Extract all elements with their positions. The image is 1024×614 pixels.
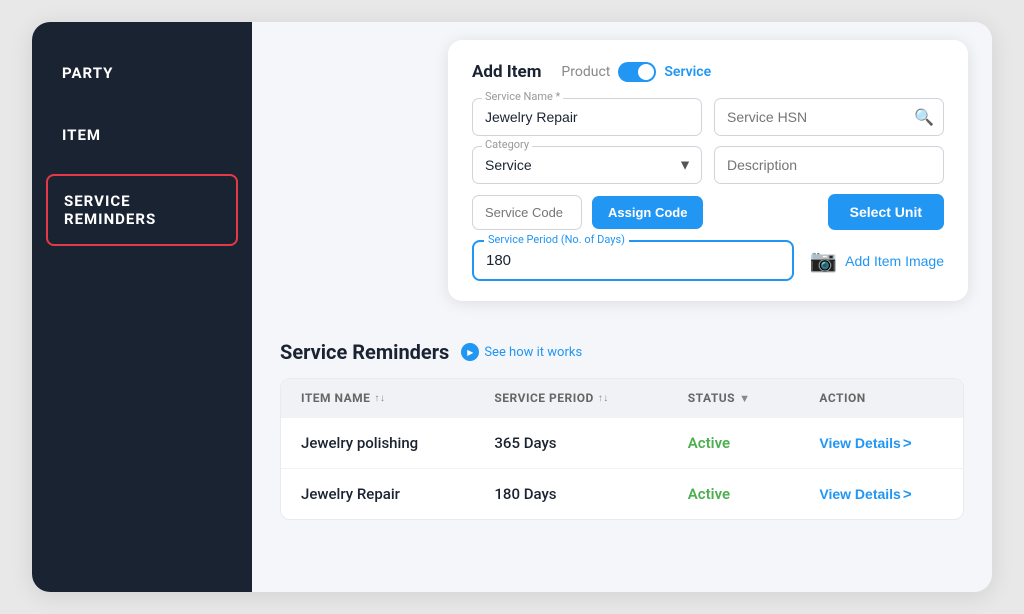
card-title: Add Item — [472, 62, 541, 82]
sidebar-item-party[interactable]: PARTY — [32, 42, 252, 104]
service-toggle-label: Service — [664, 64, 711, 80]
service-hsn-group: 🔍 — [714, 98, 944, 136]
add-item-card: Add Item Product Service Service Name * … — [448, 40, 968, 301]
table-row: Jewelry polishing 365 Days Active View D… — [281, 417, 963, 468]
product-toggle-label: Product — [561, 64, 610, 80]
section-header: Service Reminders ▶ See how it works — [280, 340, 964, 364]
category-select[interactable]: Service Product — [472, 146, 702, 184]
service-code-row: Assign Code Select Unit — [472, 194, 944, 230]
cell-item-name-2: Jewelry Repair — [301, 485, 486, 503]
play-icon: ▶ — [461, 343, 479, 361]
table-header: ITEM NAME ↑↓ SERVICE PERIOD ↑↓ STATUS ▼ … — [281, 379, 963, 417]
header-item-name: ITEM NAME ↑↓ — [301, 391, 486, 405]
period-label: Service Period (No. of Days) — [484, 233, 629, 246]
cell-service-period-2: 180 Days — [494, 485, 679, 503]
see-how-it-works-link[interactable]: ▶ See how it works — [461, 343, 582, 361]
form-row-2: Category Service Product ▼ — [472, 146, 944, 184]
camera-icon: 📷 — [810, 248, 837, 274]
sort-icon-service-period: ↑↓ — [598, 393, 609, 404]
header-action: ACTION — [819, 391, 943, 405]
card-header: Add Item Product Service — [472, 62, 944, 82]
service-code-input[interactable] — [472, 195, 582, 230]
cell-service-period-1: 365 Days — [494, 434, 679, 452]
sidebar: PARTY ITEM SERVICE REMINDERS — [32, 22, 252, 592]
cell-status-1: Active — [688, 434, 812, 452]
main-content: Add Item Product Service Service Name * … — [252, 22, 992, 592]
see-how-label: See how it works — [484, 345, 582, 360]
reminders-table: ITEM NAME ↑↓ SERVICE PERIOD ↑↓ STATUS ▼ … — [280, 378, 964, 520]
service-name-group: Service Name * — [472, 98, 702, 136]
add-item-image-button[interactable]: 📷 Add Item Image — [810, 248, 944, 274]
view-details-button-2[interactable]: View Details > — [819, 486, 911, 503]
section-title: Service Reminders — [280, 340, 449, 364]
cell-item-name-1: Jewelry polishing — [301, 434, 486, 452]
header-service-period: SERVICE PERIOD ↑↓ — [494, 391, 679, 405]
select-unit-button[interactable]: Select Unit — [828, 194, 944, 230]
sort-icon-item-name: ↑↓ — [374, 393, 385, 404]
sidebar-item-item[interactable]: ITEM — [32, 104, 252, 166]
service-reminders-section: Service Reminders ▶ See how it works ITE… — [280, 340, 964, 520]
description-input[interactable] — [714, 146, 944, 184]
main-card: PARTY ITEM SERVICE REMINDERS Add Item Pr… — [32, 22, 992, 592]
add-image-label: Add Item Image — [845, 253, 944, 269]
service-name-input[interactable] — [472, 98, 702, 136]
period-input[interactable] — [474, 244, 792, 277]
period-row: Service Period (No. of Days) 📷 Add Item … — [472, 240, 944, 281]
form-row-1: Service Name * 🔍 — [472, 98, 944, 136]
cell-action-1: View Details > — [819, 435, 943, 452]
chevron-right-icon-1: > — [903, 435, 912, 452]
toggle-switch[interactable] — [618, 62, 656, 82]
service-hsn-input[interactable] — [714, 98, 944, 136]
search-icon: 🔍 — [914, 108, 934, 127]
service-name-label: Service Name * — [482, 90, 563, 103]
description-group — [714, 146, 944, 184]
filter-icon-status: ▼ — [739, 392, 750, 405]
cell-status-2: Active — [688, 485, 812, 503]
header-status: STATUS ▼ — [688, 391, 812, 405]
sidebar-item-service-reminders[interactable]: SERVICE REMINDERS — [46, 174, 238, 246]
category-group: Category Service Product ▼ — [472, 146, 702, 184]
period-group: Service Period (No. of Days) — [472, 240, 794, 281]
assign-code-button[interactable]: Assign Code — [592, 196, 703, 229]
view-details-button-1[interactable]: View Details > — [819, 435, 911, 452]
chevron-right-icon-2: > — [903, 486, 912, 503]
category-label: Category — [482, 138, 532, 151]
product-service-toggle-group: Product Service — [561, 62, 711, 82]
table-row: Jewelry Repair 180 Days Active View Deta… — [281, 468, 963, 519]
cell-action-2: View Details > — [819, 486, 943, 503]
